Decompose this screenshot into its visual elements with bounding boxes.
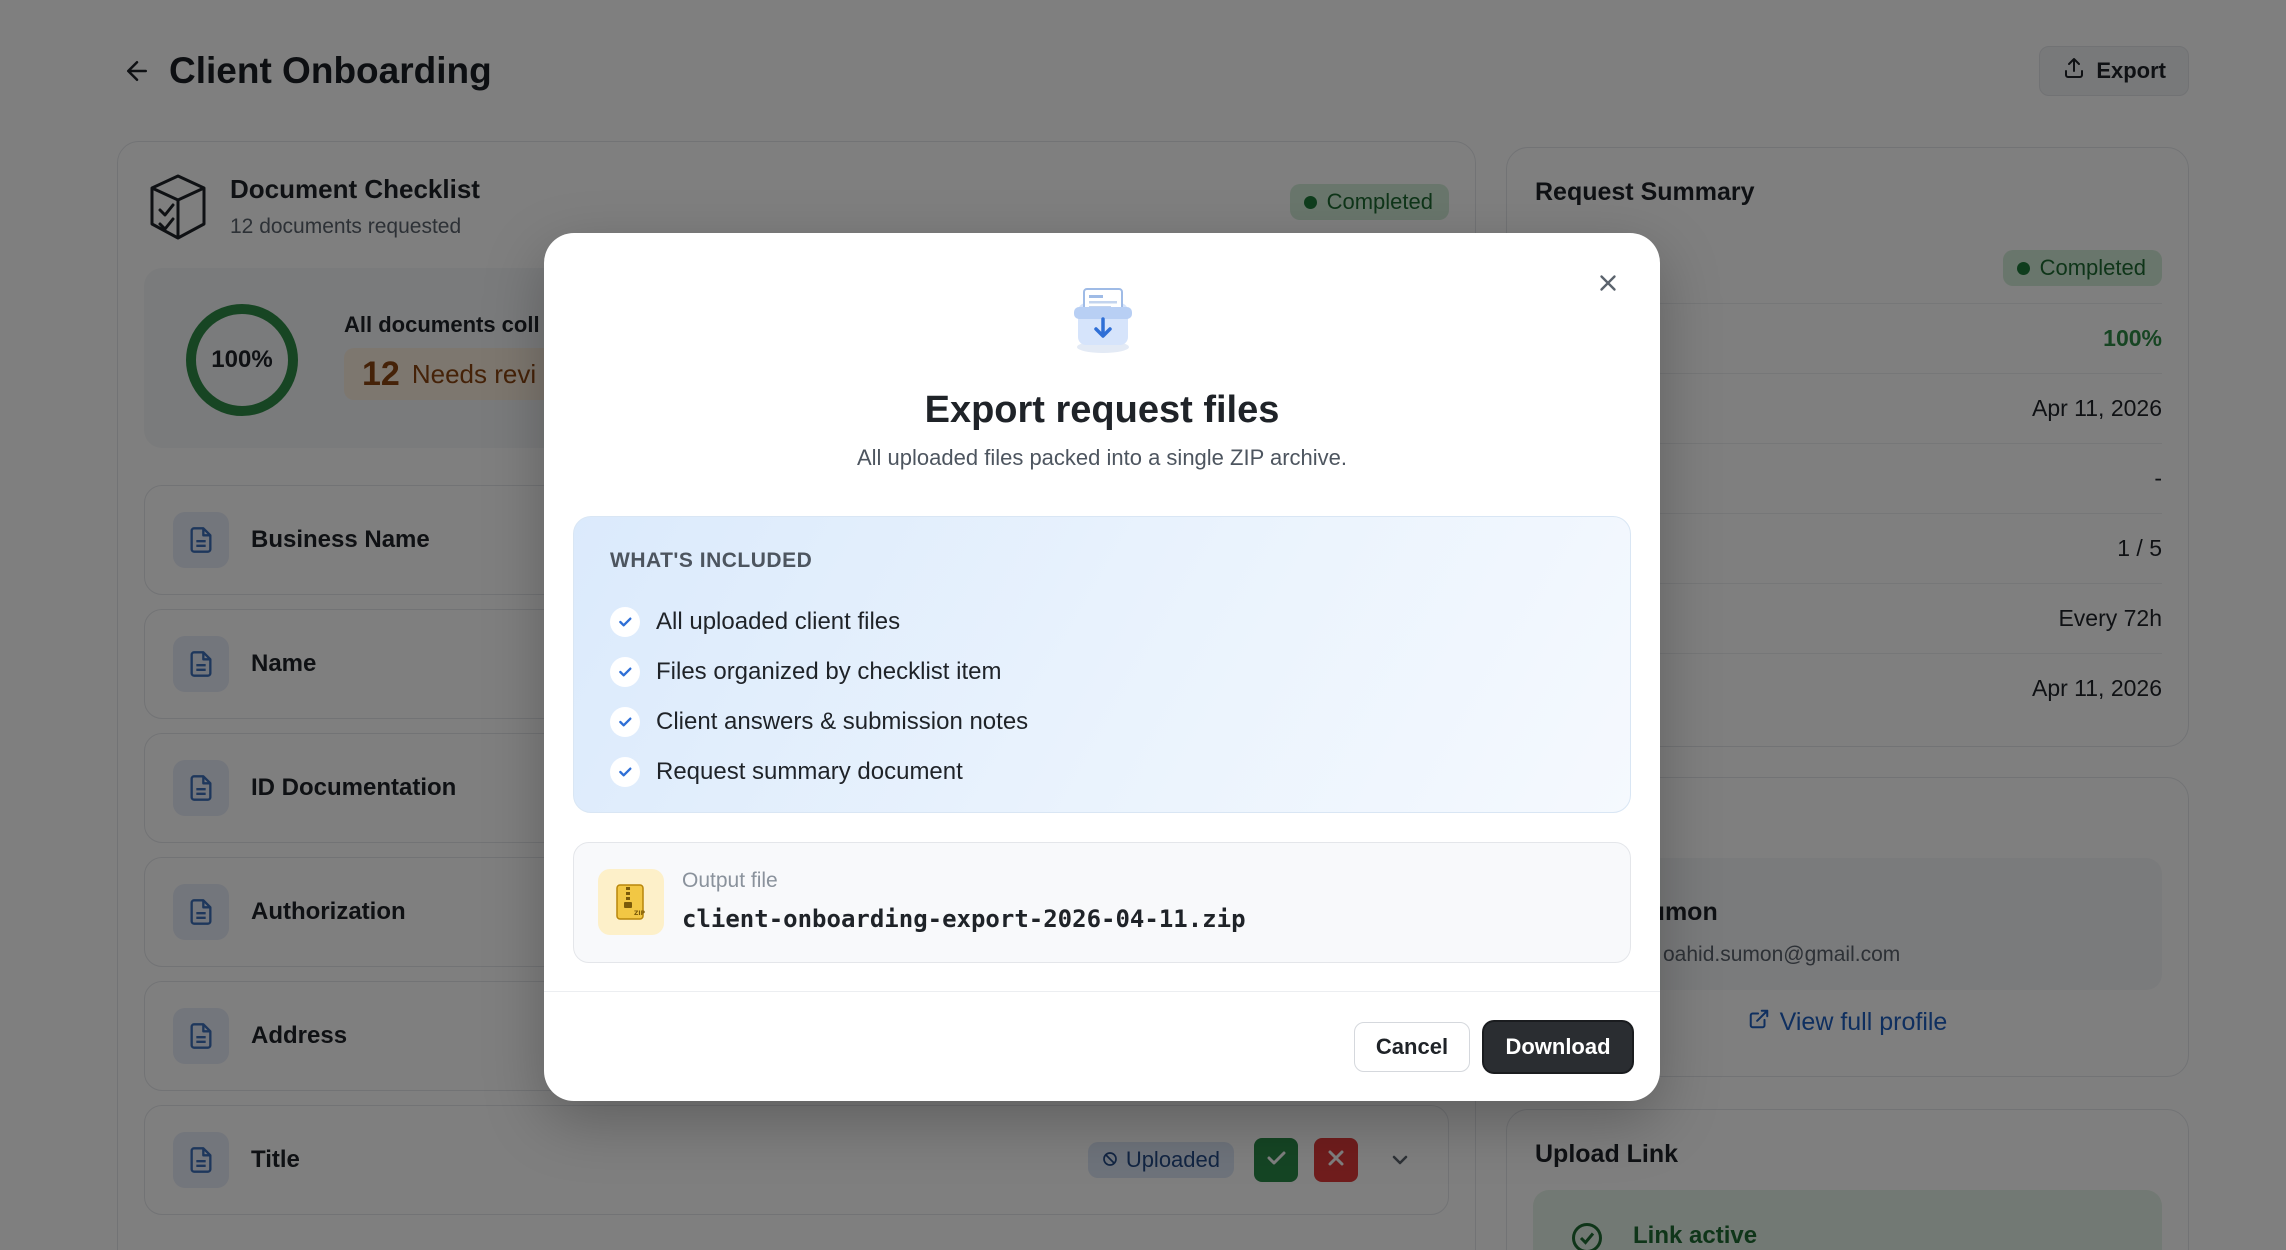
- zip-file-icon: ZIP: [598, 869, 664, 935]
- list-item: All uploaded client files: [610, 597, 1028, 647]
- export-modal: Export request files All uploaded files …: [544, 233, 1660, 1101]
- list-item-text: Files organized by checklist item: [656, 658, 1002, 685]
- output-file-label: Output file: [682, 869, 778, 892]
- modal-footer-divider: [544, 991, 1660, 992]
- output-file-panel: ZIP Output file client-onboarding-export…: [573, 842, 1631, 963]
- included-list: All uploaded client files Files organize…: [610, 597, 1028, 797]
- list-item: Request summary document: [610, 747, 1028, 797]
- check-icon: [610, 707, 640, 737]
- list-item-text: All uploaded client files: [656, 608, 901, 635]
- cancel-button[interactable]: Cancel: [1354, 1022, 1470, 1072]
- list-item: Client answers & submission notes: [610, 697, 1028, 747]
- list-item-text: Request summary document: [656, 758, 963, 785]
- modal-title: Export request files: [924, 389, 1280, 431]
- zip-tag: ZIP: [634, 910, 646, 917]
- output-filename: client-onboarding-export-2026-04-11.zip: [682, 905, 1246, 933]
- modal-subtitle: All uploaded files packed into a single …: [857, 445, 1347, 470]
- check-icon: [610, 607, 640, 637]
- list-item-text: Client answers & submission notes: [656, 708, 1029, 735]
- check-icon: [610, 757, 640, 787]
- download-button[interactable]: Download: [1484, 1022, 1632, 1072]
- export-box-icon: [1066, 283, 1140, 357]
- whats-included-heading: WHAT'S INCLUDED: [610, 549, 813, 572]
- check-icon: [610, 657, 640, 687]
- whats-included-panel: WHAT'S INCLUDED All uploaded client file…: [573, 516, 1631, 813]
- list-item: Files organized by checklist item: [610, 647, 1028, 697]
- close-icon[interactable]: [1586, 261, 1630, 305]
